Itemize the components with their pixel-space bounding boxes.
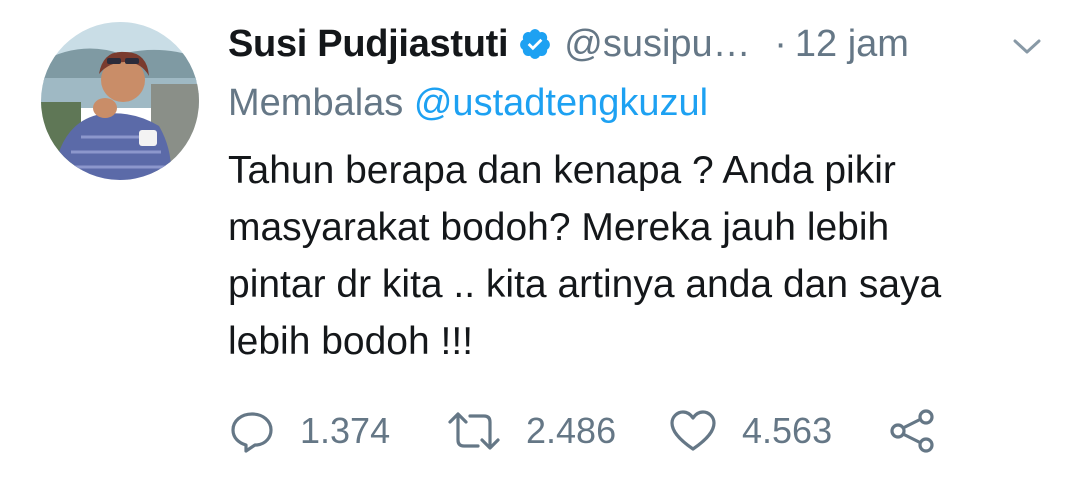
tweet-text-line: pintar dr kita .. kita artinya anda dan …	[228, 263, 942, 306]
reply-mention-link[interactable]: @ustadtengkuzul	[414, 82, 708, 124]
tweet[interactable]: Susi Pudjiastuti @susipudjiastuti · 12 j…	[0, 0, 1078, 488]
retweet-count: 2.486	[526, 410, 617, 451]
retweet-icon	[446, 408, 502, 454]
reply-context: Membalas @ustadtengkuzul	[228, 82, 708, 125]
author-handle[interactable]: @susipudjiastuti	[564, 23, 754, 66]
tweet-header: Susi Pudjiastuti @susipudjiastuti · 12 j…	[228, 18, 1058, 70]
like-count: 4.563	[742, 410, 833, 451]
tweet-text: Tahun berapa dan kenapa ? Anda pikir mas…	[228, 142, 1058, 370]
avatar[interactable]	[41, 22, 199, 180]
reply-icon	[228, 408, 276, 454]
share-icon	[888, 408, 938, 454]
tweet-text-line: Tahun berapa dan kenapa ? Anda pikir	[228, 149, 896, 192]
heart-icon	[668, 408, 718, 454]
reply-button[interactable]: 1.374	[228, 405, 390, 457]
reply-prefix: Membalas	[228, 82, 404, 124]
like-button[interactable]: 4.563	[668, 405, 832, 457]
tweet-text-line: masyarakat bodoh? Mereka jauh lebih	[228, 206, 890, 249]
chevron-down-icon[interactable]	[1012, 38, 1042, 56]
action-bar: 1.374 2.486 4.563	[228, 405, 988, 457]
retweet-button[interactable]: 2.486	[446, 405, 616, 457]
author-name[interactable]: Susi Pudjiastuti	[228, 23, 509, 66]
verified-badge-icon	[518, 27, 552, 61]
reply-count: 1.374	[300, 410, 391, 451]
separator-dot: ·	[774, 22, 787, 65]
tweet-timestamp[interactable]: 12 jam	[795, 23, 909, 66]
tweet-text-line: lebih bodoh !!!	[228, 320, 474, 363]
share-button[interactable]	[888, 405, 938, 457]
